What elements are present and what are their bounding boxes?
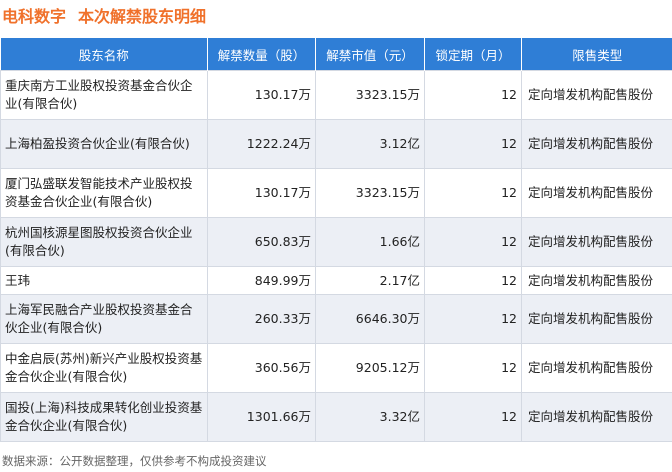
- restriction-type: 定向增发机构配售股份: [521, 392, 672, 442]
- column-header-shares: 解禁数量（股）: [207, 38, 316, 71]
- shareholder-name: 上海军民融合产业股权投资基金合伙企业(有限合伙): [0, 294, 208, 344]
- lock-period: 12: [424, 343, 522, 393]
- lock-period: 12: [424, 392, 522, 442]
- restriction-type: 定向增发机构配售股份: [521, 119, 672, 169]
- stock-name: 电科数字: [2, 7, 67, 26]
- unlock-shares: 849.99万: [207, 266, 316, 295]
- shareholder-name: 厦门弘盛联发智能技术产业股权投资基金合伙企业(有限合伙): [0, 168, 208, 218]
- column-header-restriction-type: 限售类型: [521, 38, 672, 71]
- table-row: 厦门弘盛联发智能技术产业股权投资基金合伙企业(有限合伙) 130.17万 332…: [0, 168, 672, 218]
- page-subtitle: 本次解禁股东明细: [78, 7, 207, 26]
- unlock-value: 9205.12万: [315, 343, 425, 393]
- shareholder-name: 王玮: [0, 266, 208, 295]
- table-row: 上海柏盈投资合伙企业(有限合伙) 1222.24万 3.12亿 12 定向增发机…: [0, 119, 672, 169]
- restriction-type: 定向增发机构配售股份: [521, 70, 672, 120]
- data-source-note: 数据来源：公开数据整理，仅供参考不构成投资建议: [2, 454, 267, 468]
- lock-period: 12: [424, 266, 522, 295]
- table-row: 杭州国核源星图股权投资合伙企业(有限合伙) 650.83万 1.66亿 12 定…: [0, 217, 672, 267]
- lock-period: 12: [424, 119, 522, 169]
- column-header-shareholder: 股东名称: [0, 38, 208, 71]
- restriction-type: 定向增发机构配售股份: [521, 266, 672, 295]
- restriction-type: 定向增发机构配售股份: [521, 294, 672, 344]
- lock-period: 12: [424, 217, 522, 267]
- unlock-value: 1.66亿: [315, 217, 425, 267]
- unlock-shares: 260.33万: [207, 294, 316, 344]
- table-header-row: 股东名称 解禁数量（股） 解禁市值（元） 锁定期（月） 限售类型: [0, 38, 672, 71]
- unlock-shares: 130.17万: [207, 70, 316, 120]
- column-header-lock-period: 锁定期（月）: [424, 38, 522, 71]
- unlock-shares: 1301.66万: [207, 392, 316, 442]
- shareholder-name: 杭州国核源星图股权投资合伙企业(有限合伙): [0, 217, 208, 267]
- unlock-shares: 360.56万: [207, 343, 316, 393]
- restriction-type: 定向增发机构配售股份: [521, 217, 672, 267]
- column-header-value: 解禁市值（元）: [315, 38, 425, 71]
- lock-period: 12: [424, 168, 522, 218]
- table-row: 中金启辰(苏州)新兴产业股权投资基金合伙企业(有限合伙) 360.56万 920…: [0, 343, 672, 393]
- page-title: 电科数字 本次解禁股东明细: [2, 0, 206, 30]
- shareholder-name: 国投(上海)科技成果转化创业投资基金合伙企业(有限合伙): [0, 392, 208, 442]
- table-row: 重庆南方工业股权投资基金合伙企业(有限合伙) 130.17万 3323.15万 …: [0, 70, 672, 120]
- unlock-value: 3.12亿: [315, 119, 425, 169]
- unlock-value: 2.17亿: [315, 266, 425, 295]
- restriction-type: 定向增发机构配售股份: [521, 343, 672, 393]
- shareholder-name: 重庆南方工业股权投资基金合伙企业(有限合伙): [0, 70, 208, 120]
- unlock-shares: 650.83万: [207, 217, 316, 267]
- shareholder-name: 上海柏盈投资合伙企业(有限合伙): [0, 119, 208, 169]
- lock-period: 12: [424, 294, 522, 344]
- table-row: 国投(上海)科技成果转化创业投资基金合伙企业(有限合伙) 1301.66万 3.…: [0, 392, 672, 442]
- unlock-value: 3323.15万: [315, 168, 425, 218]
- shareholder-name: 中金启辰(苏州)新兴产业股权投资基金合伙企业(有限合伙): [0, 343, 208, 393]
- unlock-shares: 130.17万: [207, 168, 316, 218]
- table-row: 王玮 849.99万 2.17亿 12 定向增发机构配售股份: [0, 266, 672, 295]
- unlock-value: 3.32亿: [315, 392, 425, 442]
- lock-period: 12: [424, 70, 522, 120]
- unlock-value: 6646.30万: [315, 294, 425, 344]
- unlock-value: 3323.15万: [315, 70, 425, 120]
- table-row: 上海军民融合产业股权投资基金合伙企业(有限合伙) 260.33万 6646.30…: [0, 294, 672, 344]
- unlock-shares: 1222.24万: [207, 119, 316, 169]
- restriction-type: 定向增发机构配售股份: [521, 168, 672, 218]
- unlock-shareholder-table: 股东名称 解禁数量（股） 解禁市值（元） 锁定期（月） 限售类型 重庆南方工业股…: [0, 38, 672, 442]
